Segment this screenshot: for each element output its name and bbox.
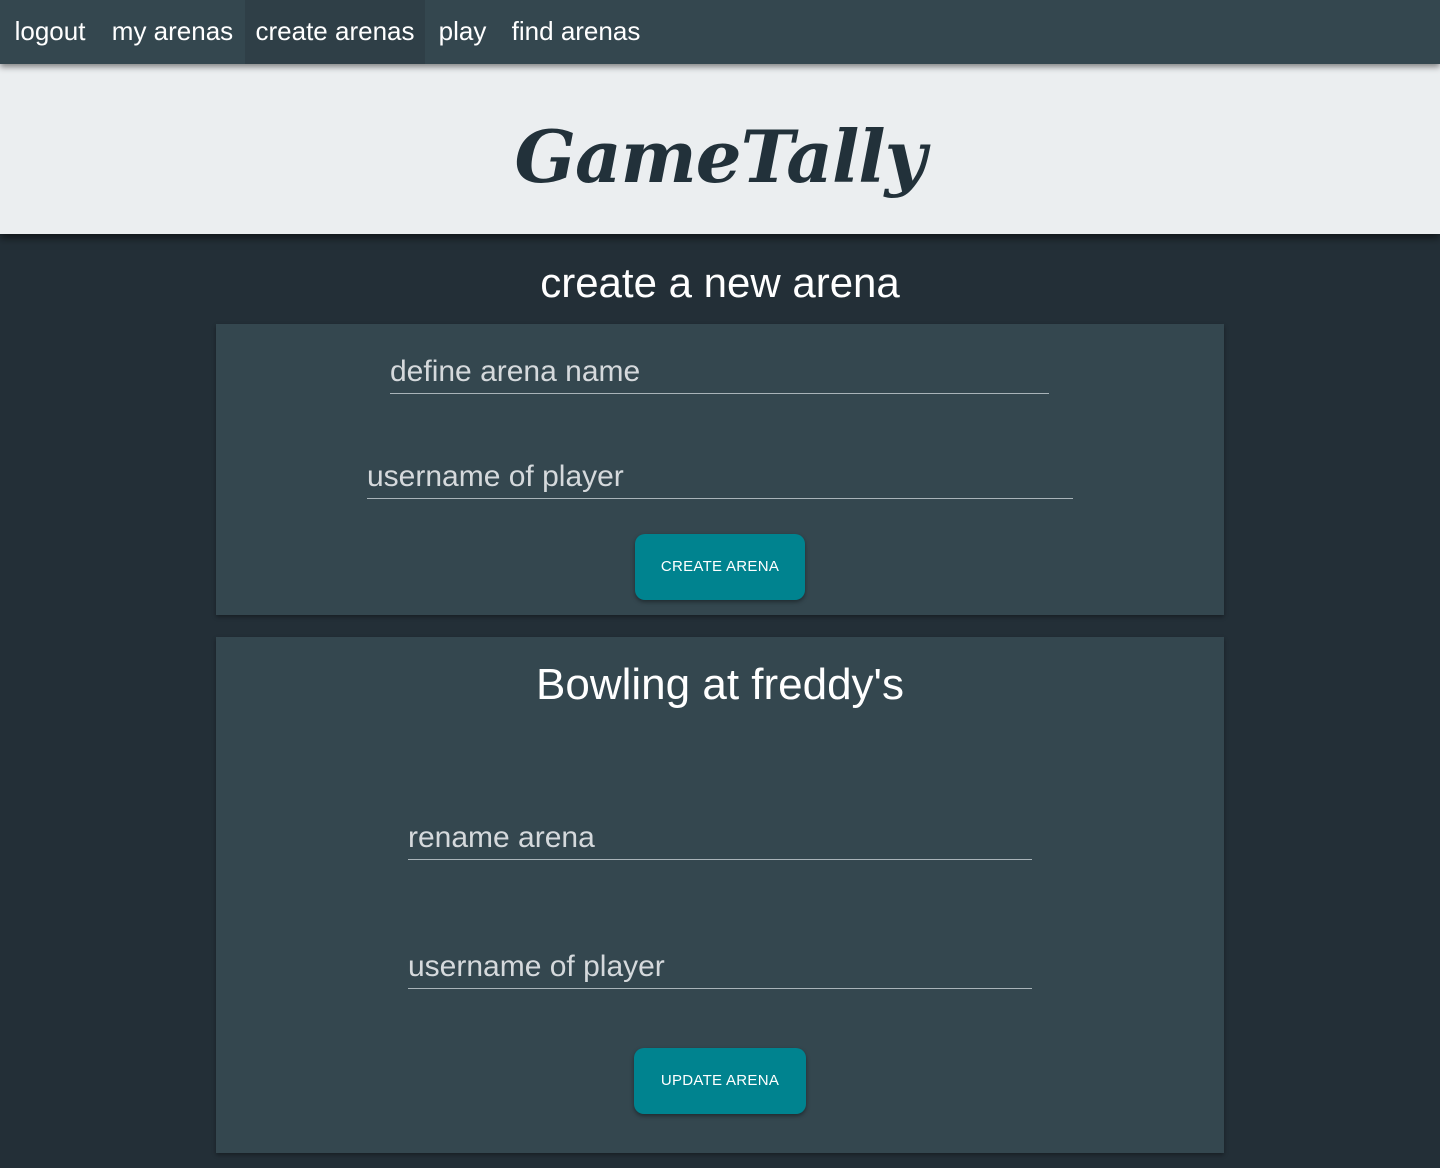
- rename-arena-field[interactable]: rename arena: [408, 810, 1032, 860]
- arena-card: Bowling at freddy's rename arena usernam…: [216, 637, 1224, 1153]
- rename-arena-placeholder: rename arena: [408, 821, 595, 854]
- arena-player-username-field[interactable]: username of player: [408, 940, 1032, 989]
- create-arena-card: define arena name username of player CRE…: [216, 324, 1224, 615]
- nav-play[interactable]: play: [425, 0, 500, 64]
- player-username-field[interactable]: username of player: [367, 454, 1073, 499]
- nav-logout[interactable]: logout: [0, 0, 100, 64]
- arena-title: Bowling at freddy's: [536, 660, 904, 709]
- app-logo: GameTally: [514, 114, 926, 199]
- nav-my-arenas[interactable]: my arenas: [100, 0, 245, 64]
- top-nav: logout my arenas create arenas play find…: [0, 0, 1440, 64]
- create-arena-button[interactable]: CREATE ARENA: [635, 534, 805, 600]
- player-username-placeholder: username of player: [367, 460, 624, 493]
- nav-create-arenas[interactable]: create arenas: [245, 0, 425, 64]
- header-banner: GameTally: [0, 64, 1440, 234]
- arena-name-field[interactable]: define arena name: [390, 348, 1049, 394]
- arena-player-username-placeholder: username of player: [408, 950, 665, 983]
- nav-find-arenas[interactable]: find arenas: [500, 0, 652, 64]
- page-title: create a new arena: [540, 259, 900, 306]
- arena-name-placeholder: define arena name: [390, 355, 641, 388]
- update-arena-button[interactable]: UPDATE ARENA: [634, 1048, 806, 1114]
